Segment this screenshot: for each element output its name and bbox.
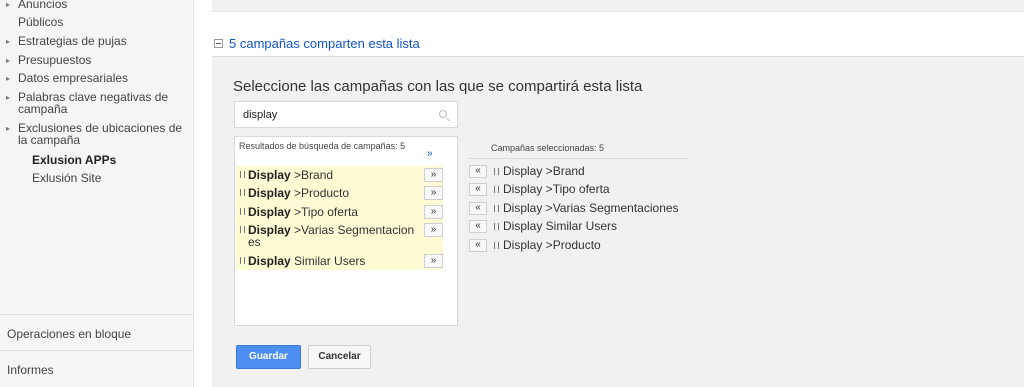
search-result-row[interactable]: Display >Tipo oferta » [236, 203, 443, 221]
selected-campaign-label: Display >Tipo oferta [503, 182, 610, 196]
drag-handle-icon [494, 205, 501, 212]
sidebar-item-label: Estrategias de pujas [18, 34, 127, 48]
drag-handle-icon [240, 171, 248, 178]
sidebar-item-label: Exlusión Site [32, 171, 102, 185]
drag-handle-icon [494, 186, 501, 193]
remove-campaign-button[interactable]: « [469, 201, 487, 215]
selected-campaign-row: « Display >Producto [469, 238, 601, 252]
shared-campaigns-toggle[interactable]: 5 campañas comparten esta lista [214, 36, 420, 51]
reports-link[interactable]: Informes [7, 363, 54, 377]
search-result-label: Display >Varias Segmentaciones [248, 223, 415, 249]
remove-campaign-button[interactable]: « [469, 219, 487, 233]
sidebar-item-label: Exclusiones de ubicaciones de la campaña [18, 121, 183, 147]
selected-campaigns-header: Campañas seleccionadas: 5 [491, 143, 605, 153]
sidebar-item-exlusion-site[interactable]: Exlusión Site [32, 172, 216, 184]
chevron-right-icon: ▸ [6, 124, 11, 133]
selected-campaign-row: « Display Similar Users [469, 219, 617, 233]
search-result-label: Display >Tipo oferta [248, 205, 358, 219]
add-campaign-button[interactable]: » [424, 223, 443, 237]
add-campaign-button[interactable]: » [424, 254, 443, 268]
search-results-header: Resultados de búsqueda de campañas: 5 [239, 141, 406, 151]
sidebar-item-datos-empresariales[interactable]: ▸ Datos empresariales [6, 72, 190, 85]
cancel-button[interactable]: Cancelar [308, 345, 371, 369]
add-all-link[interactable]: » [427, 148, 433, 159]
drag-handle-icon [494, 168, 501, 175]
add-campaign-button[interactable]: » [424, 186, 443, 200]
selected-campaign-row: « Display >Tipo oferta [469, 182, 610, 196]
sidebar-item-label: Datos empresariales [18, 71, 129, 85]
search-icon [439, 110, 447, 118]
sidebar-gutter [194, 0, 210, 387]
sidebar: ▸ Anuncios Públicos ▸ Estrategias de puj… [0, 0, 194, 387]
drag-handle-icon [240, 226, 248, 233]
sidebar-item-label: Presupuestos [18, 53, 92, 67]
search-result-row[interactable]: Display >Brand » [236, 166, 443, 184]
sidebar-item-estrategias[interactable]: ▸ Estrategias de pujas [6, 35, 190, 48]
section-title: 5 campañas comparten esta lista [229, 36, 420, 51]
bulk-operations-link[interactable]: Operaciones en bloque [7, 327, 131, 341]
panel-heading: Seleccione las campañas con las que se c… [233, 78, 643, 95]
drag-handle-icon [494, 223, 501, 230]
sidebar-item-label: Públicos [18, 15, 64, 29]
selected-campaign-label: Display >Producto [503, 238, 601, 252]
selected-campaign-row: « Display >Varias Segmentaciones [469, 201, 679, 215]
search-result-row[interactable]: Display >Producto » [236, 184, 443, 203]
save-button[interactable]: Guardar [236, 345, 301, 369]
sidebar-item-exclusiones-ubicaciones[interactable]: ▸ Exclusiones de ubicaciones de la campa… [6, 122, 190, 146]
add-campaign-button[interactable]: » [424, 168, 443, 182]
campaign-selector-panel: Seleccione las campañas con las que se c… [212, 56, 1024, 387]
selected-campaign-label: Display >Brand [503, 164, 585, 178]
sidebar-item-palabras-negativas[interactable]: ▸ Palabras clave negativas de campaña [6, 91, 190, 115]
sidebar-item-anuncios[interactable]: ▸ Anuncios [6, 0, 190, 11]
chevron-right-icon: ▸ [6, 74, 11, 83]
sidebar-item-presupuestos[interactable]: ▸ Presupuestos [6, 54, 190, 67]
chevron-right-icon: ▸ [6, 56, 11, 65]
search-result-label: Display Similar Users [248, 254, 366, 268]
selected-campaign-row: « Display >Brand [469, 164, 585, 178]
drag-handle-icon [494, 242, 501, 249]
main-content: 5 campañas comparten esta lista Seleccio… [210, 0, 1024, 387]
search-result-label: Display >Producto [248, 186, 350, 200]
selected-campaign-label: Display >Varias Segmentaciones [503, 201, 679, 215]
drag-handle-icon [240, 189, 248, 196]
sidebar-item-label: Exlusion APPs [32, 153, 117, 167]
remove-campaign-button[interactable]: « [469, 238, 487, 252]
drag-handle-icon [240, 208, 248, 215]
sidebar-item-label: Palabras clave negativas de campaña [18, 90, 169, 116]
remove-campaign-button[interactable]: « [469, 164, 487, 178]
campaign-search-box [234, 101, 458, 128]
drag-handle-icon [240, 257, 248, 264]
divider [0, 350, 194, 351]
collapse-icon [214, 39, 223, 48]
campaign-search-input[interactable] [243, 108, 423, 121]
selected-campaign-label: Display Similar Users [503, 219, 618, 233]
search-result-row[interactable]: Display >Varias Segmentaciones » [236, 221, 443, 252]
divider [469, 158, 689, 159]
chevron-right-icon: ▸ [6, 0, 11, 9]
chevron-right-icon: ▸ [6, 93, 11, 102]
search-result-label: Display >Brand [248, 168, 334, 182]
sidebar-item-label: Anuncios [18, 0, 68, 11]
sidebar-item-exlusion-apps[interactable]: Exlusion APPs [32, 154, 216, 166]
divider [0, 314, 194, 315]
chevron-right-icon: ▸ [6, 37, 11, 46]
top-bar [212, 0, 1024, 12]
add-campaign-button[interactable]: » [424, 205, 443, 219]
search-result-row[interactable]: Display Similar Users » [236, 252, 443, 270]
sidebar-item-publicos[interactable]: Públicos [18, 16, 202, 28]
search-results-box: Resultados de búsqueda de campañas: 5 » … [234, 136, 458, 326]
remove-campaign-button[interactable]: « [469, 182, 487, 196]
